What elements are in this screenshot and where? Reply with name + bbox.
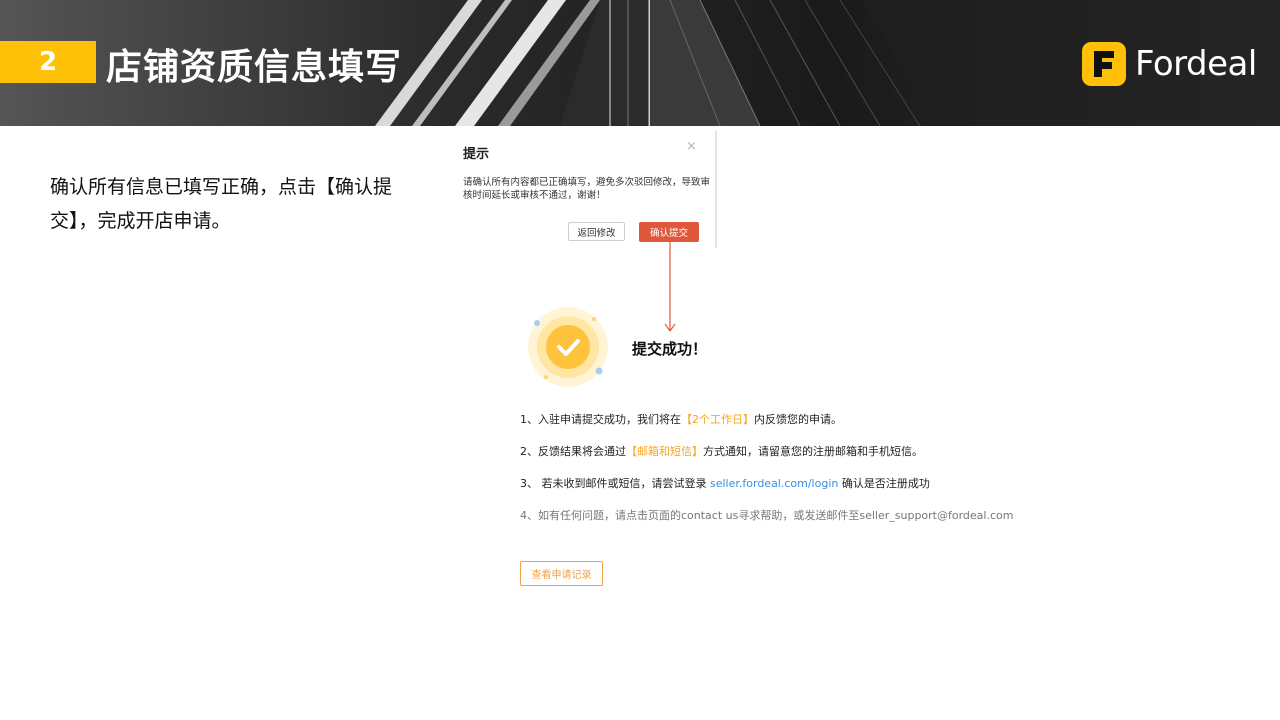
- back-to-edit-button[interactable]: 返回修改: [568, 222, 625, 241]
- confirm-submit-button[interactable]: 确认提交: [639, 222, 699, 242]
- step-number: 2: [38, 47, 58, 77]
- view-application-record-button[interactable]: 查看申请记录: [520, 561, 603, 586]
- page-title: 店铺资质信息填写: [106, 47, 403, 88]
- header-banner: 2 店铺资质信息填写 Fordeal: [0, 0, 1280, 126]
- info-line-3: 3、 若未收到邮件或短信，请尝试登录 seller.fordeal.com/lo…: [520, 477, 930, 490]
- instruction-text: 确认所有信息已填写正确，点击【确认提交】，完成开店申请。: [50, 176, 393, 232]
- logo-text: Fordeal: [1135, 44, 1257, 84]
- dialog-message: 请确认所有内容都已正确填写，避免多次驳回修改，导致审核时间延长或审核不通过，谢谢…: [463, 177, 711, 201]
- info-line-2: 2、反馈结果将会通过【邮箱和短信】方式通知，请留意您的注册邮箱和手机短信。: [520, 445, 923, 458]
- success-check-icon: [528, 307, 608, 387]
- seller-login-link[interactable]: seller.fordeal.com/login: [710, 477, 838, 490]
- step-number-badge: 2: [0, 41, 96, 83]
- close-icon[interactable]: ×: [686, 139, 697, 154]
- info-line-4: 4、如有任何问题，请点击页面的contact us寻求帮助，或发送邮件至sell…: [520, 509, 1014, 522]
- logo-f-icon: [1094, 51, 1114, 77]
- confirm-dialog: 提示 × 请确认所有内容都已正确填写，避免多次驳回修改，导致审核时间延长或审核不…: [455, 131, 717, 248]
- fordeal-logo: Fordeal: [1082, 42, 1257, 86]
- logo-mark-icon: [1082, 42, 1126, 86]
- info-line-1: 1、入驻申请提交成功，我们将在【2个工作日】内反馈您的申请。: [520, 413, 842, 426]
- dialog-title: 提示: [463, 147, 490, 162]
- success-title: 提交成功！: [632, 340, 708, 358]
- arrow-connector: [664, 242, 676, 333]
